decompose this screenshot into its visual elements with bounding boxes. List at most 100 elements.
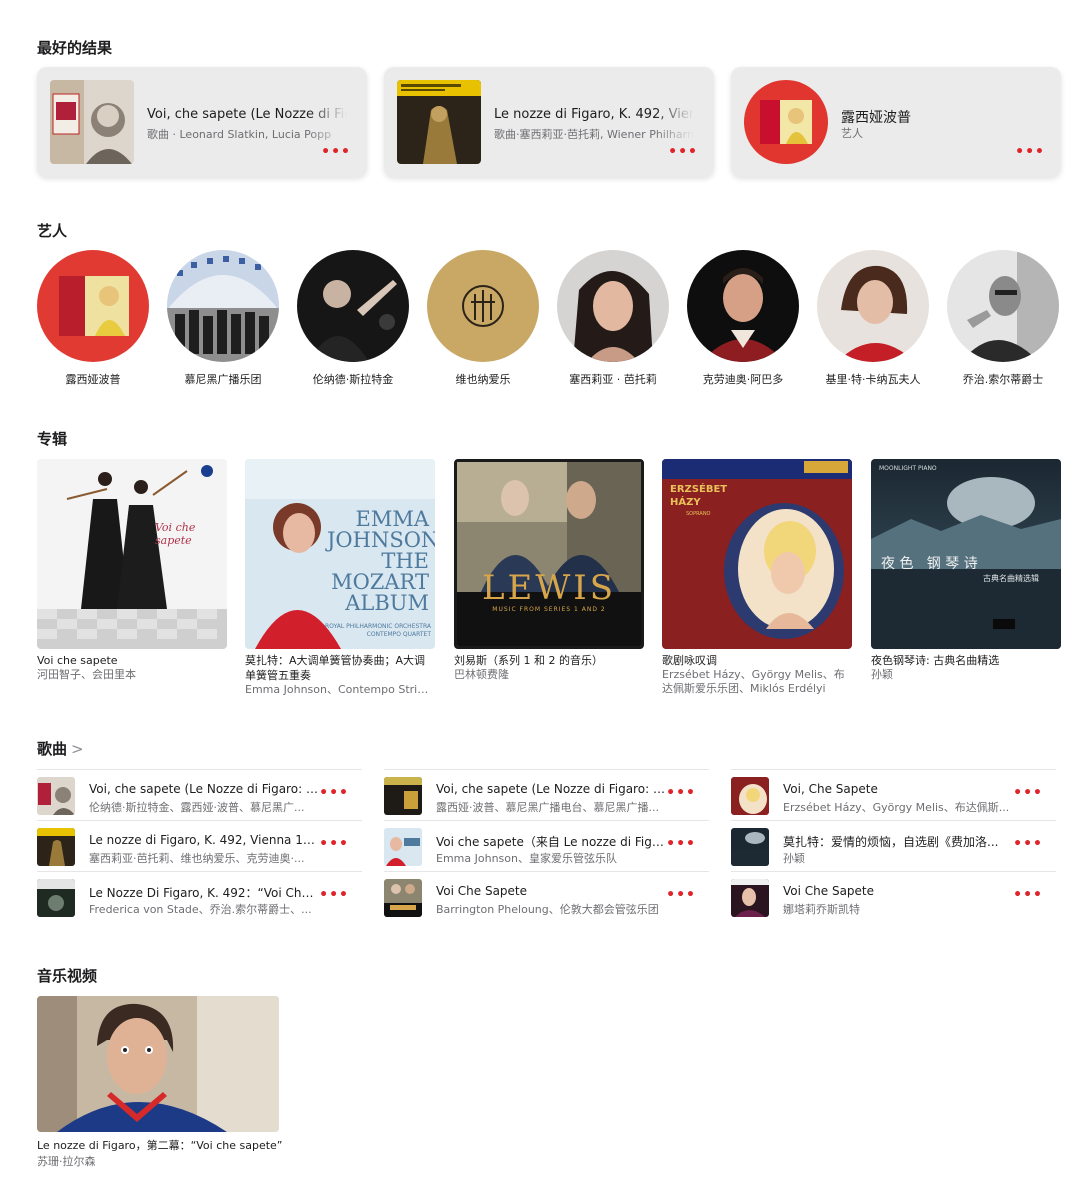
more-options-icon[interactable]: ••• bbox=[1013, 888, 1043, 902]
song-artwork-icon bbox=[37, 879, 75, 917]
more-options-icon[interactable]: ••• bbox=[1013, 786, 1043, 800]
artist-item[interactable]: 乔治.索尔蒂爵士 bbox=[947, 250, 1059, 387]
album-title: 刘易斯（系列 1 和 2 的音乐） bbox=[454, 654, 603, 667]
album-cover-text: ERZSÉBET HÁZY bbox=[670, 484, 728, 508]
more-options-icon[interactable]: ••• bbox=[319, 786, 349, 800]
video-thumbnail-icon bbox=[37, 996, 279, 1132]
song-title: Le Nozze Di Figaro, K. 492：“Voi Che ... bbox=[89, 886, 319, 900]
song-row[interactable]: Le nozze di Figaro, K. 492, Vienna 178..… bbox=[37, 820, 362, 871]
album-item[interactable]: MOONLIGHT PIANO 夜 色 钢 琴 诗 古典名曲精选辑 夜色钢琴诗:… bbox=[871, 459, 1061, 682]
top-result-subtitle: 艺人 bbox=[841, 127, 863, 140]
album-cover-icon: MOONLIGHT PIANO 夜 色 钢 琴 诗 古典名曲精选辑 bbox=[871, 459, 1061, 649]
album-cover-subtext: SOPRANO bbox=[686, 511, 711, 517]
more-options-icon[interactable]: ••• bbox=[319, 888, 349, 902]
album-cover-icon: ERZSÉBET HÁZY SOPRANO bbox=[662, 459, 852, 649]
song-artist: 孙颖 bbox=[783, 852, 805, 865]
artist-name: 伦纳德·斯拉特金 bbox=[312, 373, 394, 386]
top-result-title: 露西娅波普 bbox=[841, 110, 911, 126]
artist-avatar-icon bbox=[557, 250, 669, 362]
album-item[interactable]: Voi che sapete Voi che sapete 河田智子、会田里本 bbox=[37, 459, 227, 682]
album-cover-icon: LEWIS MUSIC FROM SERIES 1 AND 2 bbox=[454, 459, 644, 649]
more-options-icon[interactable]: ••• bbox=[321, 145, 351, 159]
song-artist: 露西娅·波普、慕尼黑广播电台、慕尼黑广播... bbox=[436, 801, 659, 814]
album-cover-icon: EMMA JOHNSON THE MOZART ALBUM ROYAL PHIL… bbox=[245, 459, 435, 649]
top-result-subtitle: 歌曲 · Leonard Slatkin, Lucia Popp bbox=[147, 128, 332, 141]
top-result-card[interactable]: Le nozze di Figaro, K. 492, Vienna 歌曲·塞西… bbox=[384, 67, 714, 177]
album-title: Voi che sapete bbox=[37, 654, 118, 667]
artist-name: 慕尼黑广播乐团 bbox=[184, 373, 262, 386]
album-item[interactable]: LEWIS MUSIC FROM SERIES 1 AND 2 刘易斯（系列 1… bbox=[454, 459, 644, 682]
song-artist: 娜塔莉乔斯凯特 bbox=[783, 903, 860, 916]
album-artist: Emma Johnson、Contempo String... bbox=[245, 683, 435, 696]
song-artwork-icon bbox=[37, 777, 75, 815]
more-options-icon[interactable]: ••• bbox=[1013, 837, 1043, 851]
album-cover-toptext: MOONLIGHT PIANO bbox=[879, 465, 937, 472]
album-artist: 河田智子、会田里本 bbox=[37, 668, 136, 681]
music-video-item[interactable]: Le nozze di Figaro，第二幕：“Voi che sapete” … bbox=[37, 996, 283, 1169]
more-options-icon[interactable]: ••• bbox=[1015, 145, 1045, 159]
more-options-icon[interactable]: ••• bbox=[668, 145, 698, 159]
top-result-title: Voi, che sapete (Le Nozze di Figaro bbox=[147, 107, 347, 122]
song-artist: Erzsébet Házy、György Melis、布达佩斯... bbox=[783, 801, 1010, 814]
artist-avatar-icon bbox=[744, 80, 828, 164]
artist-name: 维也纳爱乐 bbox=[455, 373, 511, 386]
song-row[interactable]: 莫扎特：爱情的烦恼，自选剧《费加洛... 孙颖 ••• bbox=[731, 820, 1056, 871]
top-result-card[interactable]: 露西娅波普 艺人 ••• bbox=[731, 67, 1061, 177]
artist-item[interactable]: 维也纳爱乐 bbox=[427, 250, 539, 387]
album-cover-text: Voi che sapete bbox=[155, 521, 196, 547]
more-options-icon[interactable]: ••• bbox=[666, 837, 696, 851]
section-title-songs[interactable]: 歌曲 > bbox=[37, 738, 84, 759]
album-item[interactable]: ERZSÉBET HÁZY SOPRANO 歌剧咏叹调 Erzsébet Ház… bbox=[662, 459, 852, 696]
song-artwork-icon bbox=[37, 828, 75, 866]
video-artist: 苏珊·拉尔森 bbox=[37, 1155, 96, 1168]
more-options-icon[interactable]: ••• bbox=[666, 786, 696, 800]
song-row[interactable]: Voi, che sapete (Le Nozze di Figaro: C..… bbox=[37, 769, 362, 820]
song-title: Voi Che Sapete bbox=[436, 884, 528, 898]
album-cover-icon: Voi che sapete bbox=[37, 459, 227, 649]
song-title: 莫扎特：爱情的烦恼，自选剧《费加洛... bbox=[783, 835, 999, 849]
song-row[interactable]: Voi Che Sapete Barrington Pheloung、伦敦大都会… bbox=[384, 871, 709, 922]
song-row[interactable]: Voi che sapete（来自 Le nozze di Figa... Em… bbox=[384, 820, 709, 871]
album-title: 夜色钢琴诗: 古典名曲精选 bbox=[871, 654, 1000, 667]
top-result-subtitle: 歌曲·塞西莉亚·芭托莉, Wiener Philharmoniker bbox=[494, 128, 694, 141]
album-cover-subtext: ROYAL PHILHARMONIC ORCHESTRA CONTEMPO QU… bbox=[325, 623, 431, 638]
album-cover-subtext: MUSIC FROM SERIES 1 AND 2 bbox=[492, 606, 606, 613]
album-cover-icon bbox=[50, 80, 134, 164]
song-row[interactable]: Le Nozze Di Figaro, K. 492：“Voi Che ... … bbox=[37, 871, 362, 922]
artist-avatar-icon bbox=[687, 250, 799, 362]
section-title-top-results: 最好的结果 bbox=[37, 39, 113, 57]
section-title-artists: 艺人 bbox=[37, 222, 68, 240]
song-row[interactable]: Voi Che Sapete 娜塔莉乔斯凯特 ••• bbox=[731, 871, 1056, 922]
song-artist: Emma Johnson、皇家爱乐管弦乐队 bbox=[436, 852, 617, 865]
album-artist: Erzsébet Házy、György Melis、布达佩斯爱乐乐团、Mikl… bbox=[662, 668, 845, 695]
song-title: Le nozze di Figaro, K. 492, Vienna 178..… bbox=[89, 833, 319, 847]
artist-item[interactable]: 伦纳德·斯拉特金 bbox=[297, 250, 409, 387]
artist-item[interactable]: 克劳迪奥·阿巴多 bbox=[687, 250, 799, 387]
artist-item[interactable]: 基里·特·卡纳瓦夫人 bbox=[817, 250, 929, 387]
artist-item[interactable]: 慕尼黑广播乐团 bbox=[167, 250, 279, 387]
songs-title-label: 歌曲 bbox=[37, 740, 68, 758]
top-result-card[interactable]: Voi, che sapete (Le Nozze di Figaro 歌曲 ·… bbox=[37, 67, 367, 177]
more-options-icon[interactable]: ••• bbox=[666, 888, 696, 902]
song-row[interactable]: Voi, Che Sapete Erzsébet Házy、György Mel… bbox=[731, 769, 1056, 820]
artist-name: 基里·特·卡纳瓦夫人 bbox=[825, 373, 921, 386]
album-item[interactable]: EMMA JOHNSON THE MOZART ALBUM ROYAL PHIL… bbox=[245, 459, 435, 697]
song-title: Voi, che sapete (Le Nozze di Figaro: C..… bbox=[436, 782, 666, 796]
more-options-icon[interactable]: ••• bbox=[319, 837, 349, 851]
artist-item[interactable]: 塞西莉亚 · 芭托莉 bbox=[557, 250, 669, 387]
song-artist: Barrington Pheloung、伦敦大都会管弦乐团 bbox=[436, 903, 659, 916]
artist-avatar-icon bbox=[947, 250, 1059, 362]
song-title: Voi Che Sapete bbox=[783, 884, 875, 898]
album-title: 歌剧咏叹调 bbox=[662, 654, 717, 667]
artist-avatar-icon bbox=[427, 250, 539, 362]
artist-avatar-icon bbox=[167, 250, 279, 362]
artist-name: 乔治.索尔蒂爵士 bbox=[962, 373, 1044, 386]
video-title: Le nozze di Figaro，第二幕：“Voi che sapete” bbox=[37, 1139, 283, 1152]
artist-avatar-icon bbox=[817, 250, 929, 362]
song-row[interactable]: Voi, che sapete (Le Nozze di Figaro: C..… bbox=[384, 769, 709, 820]
artist-item[interactable]: 露西娅波普 bbox=[37, 250, 149, 387]
section-title-videos: 音乐视频 bbox=[37, 967, 98, 985]
top-result-title: Le nozze di Figaro, K. 492, Vienna bbox=[494, 107, 694, 122]
song-artist: 塞西莉亚·芭托莉、维也纳爱乐、克劳迪奥·... bbox=[89, 852, 305, 865]
album-artist: 巴林顿费隆 bbox=[454, 668, 509, 681]
